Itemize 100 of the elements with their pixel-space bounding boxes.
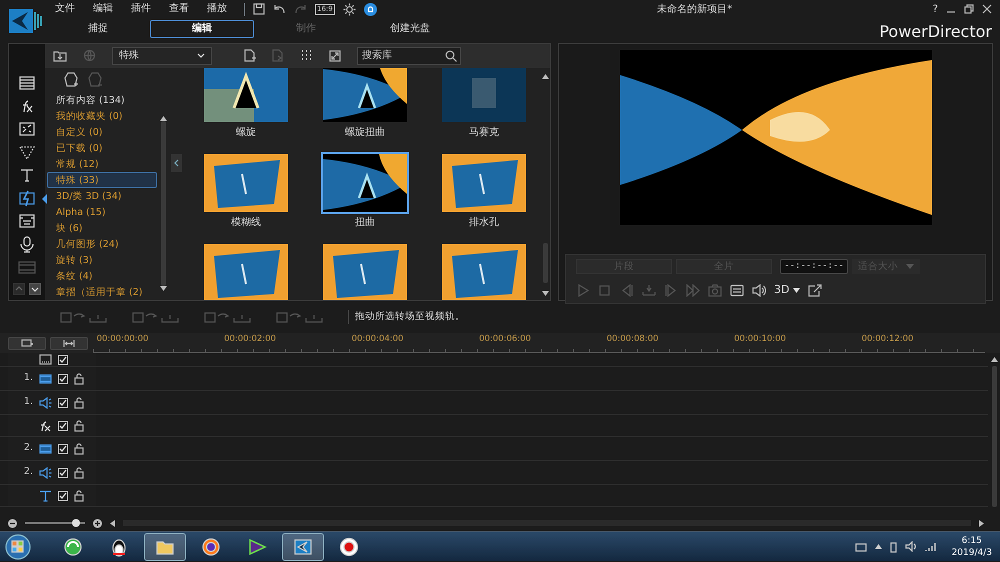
media-room-icon[interactable] (18, 75, 36, 92)
category-item[interactable]: 自定义 (0) (47, 124, 157, 140)
category-item[interactable]: 几何图形 (24) (47, 236, 157, 252)
title-room-icon[interactable] (18, 167, 36, 184)
unlock-icon[interactable] (74, 420, 84, 432)
scrollbar-thumb[interactable] (542, 243, 548, 283)
track-enable-checkbox[interactable] (58, 468, 68, 478)
signal-icon[interactable] (924, 542, 936, 552)
zoom-out-icon[interactable] (8, 518, 17, 528)
category-item[interactable]: 特殊 (33) (47, 172, 157, 188)
transition-room-icon[interactable] (18, 190, 36, 207)
track-manager-button[interactable] (8, 336, 46, 350)
transition-thumbnail[interactable] (321, 242, 409, 300)
scroll-down-arrow-icon[interactable] (160, 286, 166, 291)
taskbar-button[interactable] (144, 532, 186, 560)
resize-icon[interactable] (329, 50, 341, 62)
scroll-up-arrow-icon[interactable] (160, 116, 166, 121)
menu-item[interactable]: 文件 (46, 1, 84, 17)
transition-thumbnail[interactable] (440, 242, 528, 300)
fx-track-icon (39, 420, 52, 432)
menu-item[interactable]: 插件 (122, 1, 160, 17)
transition-thumbnail[interactable] (321, 68, 409, 124)
timecode-field[interactable]: --:--:--:-- (780, 259, 848, 274)
scroll-up-arrow-icon[interactable] (990, 357, 998, 362)
unlock-icon[interactable] (74, 372, 84, 384)
menu-item[interactable]: 查看 (160, 1, 198, 17)
settings-icon[interactable] (342, 2, 356, 16)
thumbnail-label: 马赛克 (468, 126, 500, 140)
battery-icon[interactable] (890, 540, 897, 552)
transition-thumbnail[interactable] (202, 242, 290, 300)
category-dropdown[interactable]: 特殊 (112, 46, 212, 65)
track-enable-checkbox[interactable] (58, 374, 68, 384)
track-enable-checkbox[interactable] (58, 444, 68, 454)
volume-icon[interactable] (752, 284, 766, 297)
unlock-icon[interactable] (74, 466, 84, 478)
undo-icon[interactable] (273, 3, 286, 15)
unlock-icon[interactable] (74, 442, 84, 454)
chevron-left-icon (174, 158, 179, 167)
scrollbar-thumb[interactable] (160, 120, 166, 286)
save-icon[interactable] (253, 3, 265, 15)
tray-arrow-icon[interactable] (874, 544, 882, 549)
external-window-icon[interactable] (808, 284, 822, 297)
scroll-down-icon[interactable] (29, 283, 41, 295)
category-item[interactable]: 所有内容 (134) (47, 92, 157, 108)
category-item[interactable]: 章摺（适用于章 (2) (47, 284, 157, 300)
pip-room-icon[interactable] (18, 121, 36, 138)
taskbar-button[interactable] (282, 532, 324, 560)
voice-room-icon[interactable] (18, 236, 36, 253)
category-item[interactable]: 块 (6) (47, 220, 157, 236)
clock-time[interactable]: 6:15 (952, 534, 992, 546)
transition-thumbnail[interactable] (202, 68, 290, 124)
grid-view-icon[interactable] (300, 49, 313, 62)
category-item[interactable]: 旋转 (3) (47, 252, 157, 268)
unlock-icon[interactable] (74, 490, 84, 502)
scrollbar-thumb[interactable] (992, 366, 996, 507)
restore-icon[interactable] (964, 4, 974, 14)
transition-thumbnail[interactable] (440, 152, 528, 214)
scroll-right-arrow-icon[interactable] (979, 520, 984, 526)
zoom-in-icon[interactable] (93, 518, 102, 528)
unlock-icon[interactable] (74, 396, 84, 408)
notification-bell-icon[interactable] (364, 2, 377, 16)
track-enable-checkbox[interactable] (58, 420, 68, 430)
transition-thumbnail[interactable] (321, 152, 409, 214)
clock-date[interactable]: 2019/4/3 (952, 546, 992, 558)
scroll-up-arrow-icon[interactable] (542, 74, 548, 79)
menu-item[interactable]: 播放 (198, 1, 236, 17)
scroll-down-arrow-icon[interactable] (542, 291, 548, 296)
import-icon[interactable] (53, 49, 67, 62)
category-item[interactable]: 条纹 (4) (47, 268, 157, 284)
scroll-left-arrow-icon[interactable] (110, 520, 115, 526)
zoom-slider-thumb[interactable] (72, 519, 80, 527)
room-tab[interactable]: 编辑 (150, 20, 254, 38)
menu-item[interactable]: 编辑 (84, 1, 122, 17)
close-icon[interactable] (982, 4, 992, 14)
scroll-up-icon[interactable] (13, 283, 25, 295)
search-field[interactable]: 搜索库 (357, 46, 461, 65)
category-item[interactable]: Alpha (15) (47, 204, 157, 220)
help-button[interactable]: ? (932, 2, 938, 16)
fit-timeline-button[interactable] (50, 336, 88, 350)
subtitle-icon[interactable] (730, 284, 744, 297)
category-item[interactable]: 3D/类 3D (34) (47, 188, 157, 204)
particle-room-icon[interactable] (18, 144, 36, 161)
thumbnail-label: 模糊线 (230, 216, 262, 230)
3d-mode-button[interactable]: 3D (774, 282, 800, 298)
track-enable-checkbox[interactable] (58, 490, 68, 500)
transition-thumbnail[interactable] (440, 68, 528, 124)
start-button-icon[interactable] (4, 532, 32, 560)
keyboard-icon[interactable] (854, 542, 867, 552)
add-to-track-icon[interactable] (244, 49, 256, 62)
category-item[interactable]: 我的收藏夹 (0) (47, 108, 157, 124)
collapse-button[interactable] (171, 154, 182, 172)
subtitle-room-icon[interactable] (18, 213, 36, 230)
video-editor-icon (293, 536, 313, 556)
volume-icon[interactable] (904, 541, 917, 552)
track-enable-checkbox[interactable] (58, 398, 68, 408)
category-item[interactable]: 已下载 (0) (47, 140, 157, 156)
room-tab[interactable]: 创建光盘 (358, 20, 462, 38)
transition-thumbnail[interactable] (202, 152, 290, 214)
room-tab[interactable]: 捕捉 (46, 20, 150, 38)
category-item[interactable]: 常规 (12) (47, 156, 157, 172)
